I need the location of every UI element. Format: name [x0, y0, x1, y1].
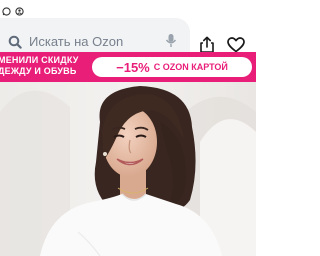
- search-placeholder: Искать на Ozon: [29, 34, 124, 49]
- promo-headline: МЕНИЛИ СКИДКУ ДЕЖДУ И ОБУВЬ: [0, 55, 79, 77]
- promo-banner[interactable]: МЕНИЛИ СКИДКУ ДЕЖДУ И ОБУВЬ −15% С OZON …: [0, 52, 256, 82]
- hero-banner-image[interactable]: [0, 82, 256, 256]
- promo-line-1: МЕНИЛИ СКИДКУ: [0, 55, 79, 65]
- promo-line-2: ДЕЖДУ И ОБУВЬ: [0, 66, 77, 76]
- status-bar: [0, 0, 256, 20]
- hero-photo: [0, 82, 256, 256]
- promo-discount: −15%: [116, 59, 150, 75]
- promo-discount-pill: −15% С OZON КАРТОЙ: [92, 57, 252, 77]
- mic-icon[interactable]: [165, 33, 177, 54]
- promo-card-text: С OZON КАРТОЙ: [153, 62, 228, 72]
